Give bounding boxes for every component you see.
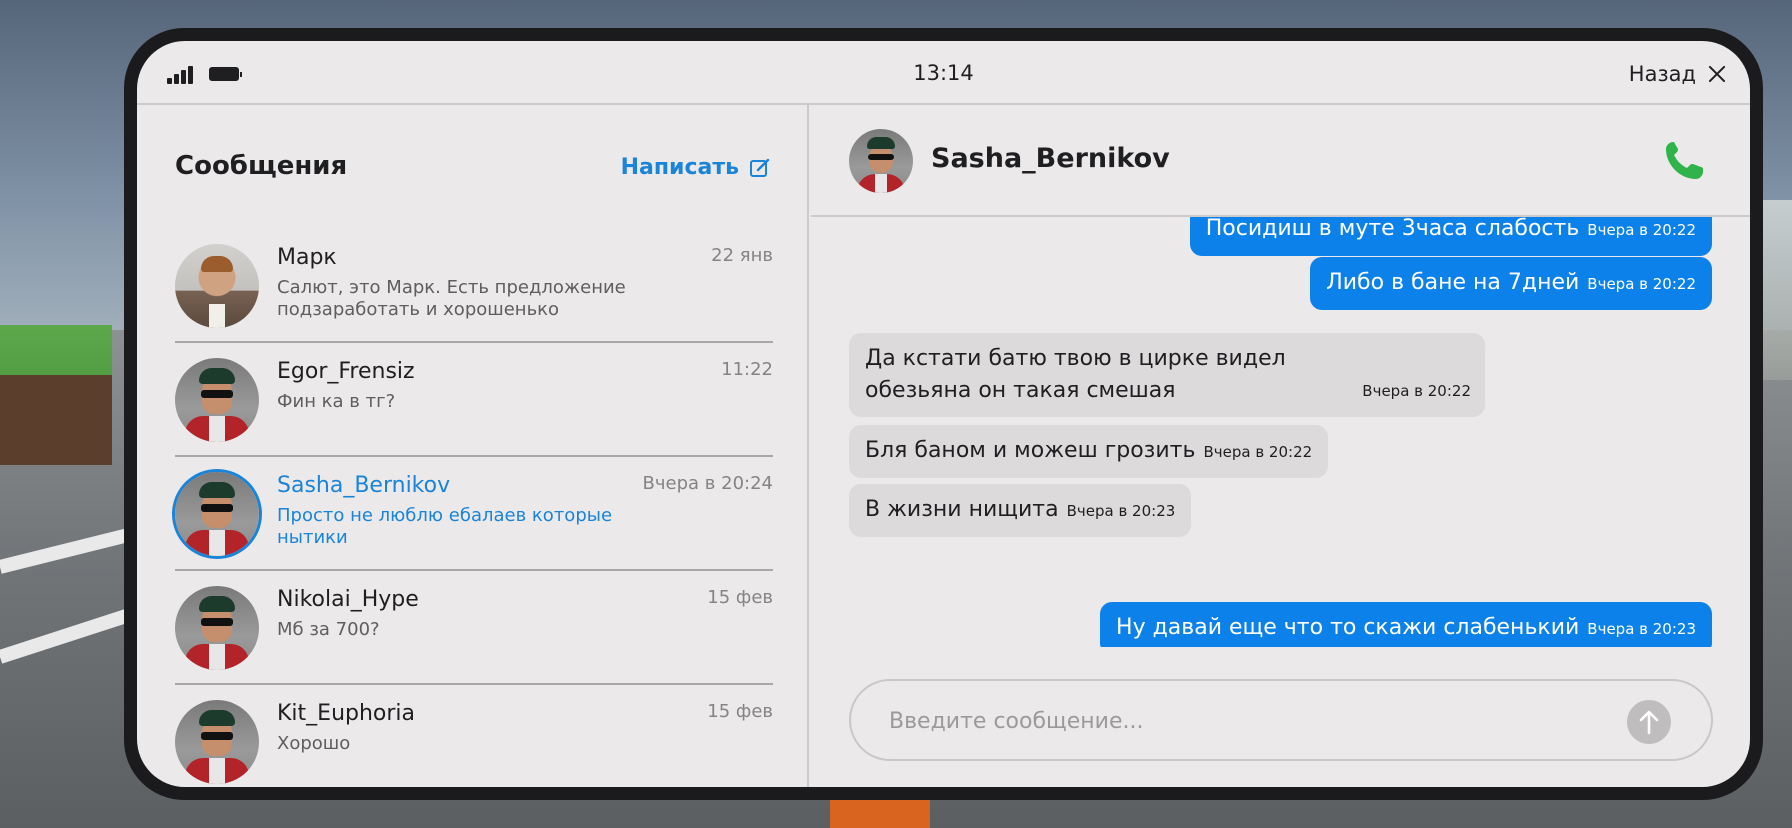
call-button[interactable] bbox=[1660, 137, 1708, 185]
conversation-name: Sasha_Bernikov bbox=[277, 473, 451, 498]
conversation-item[interactable]: Egor_Frensiz Фин ка в тг? 11:22 bbox=[175, 343, 773, 457]
close-icon bbox=[1706, 63, 1728, 85]
conversation-name: Egor_Frensiz bbox=[277, 359, 415, 384]
container-door bbox=[0, 375, 112, 465]
message-time: Вчера в 20:23 bbox=[1587, 620, 1696, 638]
message-incoming: В жизни нищита Вчера в 20:23 bbox=[849, 484, 1192, 537]
conversation-preview: Просто не люблю ебалаев которые нытики bbox=[277, 505, 613, 548]
status-bar: 13:14 Назад bbox=[137, 41, 1750, 105]
compose-button[interactable]: Написать bbox=[621, 155, 771, 180]
conversation-name: Марк bbox=[277, 245, 337, 270]
conversation-time: Вчера в 20:24 bbox=[642, 473, 773, 494]
message-text: Либо в бане на 7дней bbox=[1326, 270, 1580, 295]
message-text: В жизни нищита bbox=[865, 497, 1059, 522]
conversation-time: 15 фев bbox=[707, 587, 773, 608]
contact-name[interactable]: Sasha_Bernikov bbox=[931, 143, 1170, 174]
conversation-preview: Хорошо bbox=[277, 733, 351, 754]
message-outgoing: Посидиш в муте 3часа слабость Вчера в 20:… bbox=[1189, 217, 1712, 256]
contact-avatar[interactable] bbox=[849, 129, 913, 193]
avatar bbox=[175, 586, 259, 670]
conversation-time: 22 янв bbox=[711, 245, 773, 266]
message-composer bbox=[849, 679, 1713, 761]
avatar bbox=[175, 700, 259, 784]
phone-icon bbox=[1666, 142, 1703, 179]
conversation-item[interactable]: Nikolai_Hype Мб за 700? 15 фев bbox=[175, 571, 773, 685]
message-text: Да кстати батю твою в цирке видел обезья… bbox=[865, 346, 1286, 403]
compose-label: Написать bbox=[620, 155, 739, 180]
arrow-up-icon bbox=[1639, 710, 1659, 735]
conversation-preview: Салют, это Марк. Есть предложение подзар… bbox=[277, 277, 626, 320]
message-list: Посидиш в муте 3часа слабость Вчера в 20:… bbox=[811, 217, 1750, 647]
message-time: Вчера в 20:22 bbox=[1362, 382, 1471, 400]
message-text: Бля баном и можеш грозить bbox=[865, 438, 1196, 463]
clock: 13:14 bbox=[913, 61, 974, 85]
conversation-item-active[interactable]: Sasha_Bernikov Просто не люблю ебалаев к… bbox=[175, 457, 773, 571]
message-incoming: Бля баном и можеш грозить Вчера в 20:22 bbox=[849, 425, 1329, 478]
conversation-list: Марк Салют, это Марк. Есть предложение п… bbox=[175, 229, 773, 787]
panel-title: Сообщения bbox=[175, 151, 348, 181]
conversations-panel: Сообщения Написать Марк Салют, это Марк.… bbox=[137, 105, 809, 787]
compose-icon bbox=[749, 157, 771, 179]
message-time: Вчера в 20:23 bbox=[1066, 502, 1176, 520]
conversation-item[interactable]: Марк Салют, это Марк. Есть предложение п… bbox=[175, 229, 773, 343]
conversation-preview: Фин ка в тг? bbox=[277, 391, 396, 412]
message-text: Посидиш в муте 3часа слабость bbox=[1205, 217, 1580, 241]
conversation-time: 15 фев bbox=[707, 701, 773, 722]
message-time: Вчера в 20:22 bbox=[1587, 221, 1696, 239]
conversation-preview: Мб за 700? bbox=[277, 619, 380, 640]
message-time: Вчера в 20:22 bbox=[1587, 275, 1696, 293]
chat-header: Sasha_Bernikov bbox=[811, 105, 1750, 217]
conversation-item[interactable]: Kit_Euphoria Хорошо 15 фев bbox=[175, 685, 773, 787]
back-button[interactable]: Назад bbox=[1629, 57, 1728, 91]
back-label: Назад bbox=[1628, 62, 1696, 86]
message-text: Ну давай еще что то скажи слабенький bbox=[1116, 615, 1580, 640]
message-input[interactable] bbox=[889, 701, 1589, 741]
message-time: Вчера в 20:22 bbox=[1203, 443, 1313, 461]
message-outgoing: Ну давай еще что то скажи слабенький Вчер… bbox=[1100, 602, 1712, 647]
message-outgoing: Либо в бане на 7дней Вчера в 20:22 bbox=[1310, 257, 1712, 310]
send-button[interactable] bbox=[1627, 700, 1671, 744]
conversation-time: 11:22 bbox=[721, 359, 773, 380]
conversation-name: Kit_Euphoria bbox=[277, 701, 416, 726]
avatar bbox=[175, 472, 259, 556]
phone-screen: 13:14 Назад Сообщения Написать Марк Салю… bbox=[137, 41, 1750, 787]
avatar bbox=[175, 244, 259, 328]
avatar bbox=[175, 358, 259, 442]
conversation-name: Nikolai_Hype bbox=[277, 587, 419, 612]
message-incoming: Да кстати батю твою в цирке видел обезья… bbox=[849, 333, 1485, 417]
